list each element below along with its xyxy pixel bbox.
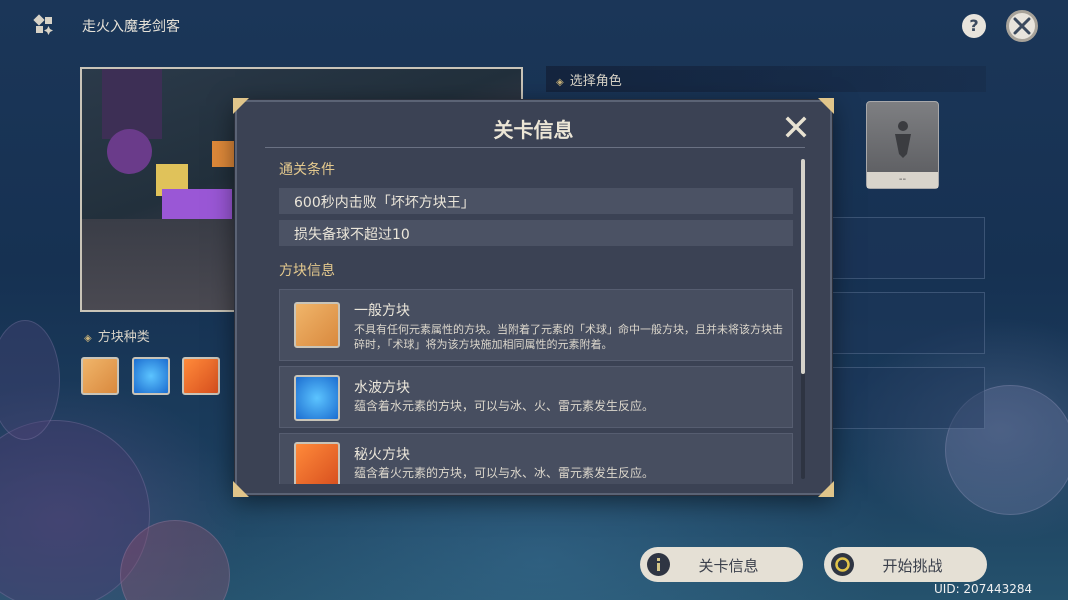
stage-info-label: 关卡信息 [698, 557, 759, 575]
dialog-content[interactable]: 通关条件 600秒内击败「坏坏方块王」 损失备球不超过10 方块信息 一般方块 … [279, 159, 793, 484]
block-info-card-fire: 秘火方块 蕴含着火元素的方块，可以与水、冰、雷元素发生反应。 [279, 433, 793, 484]
water-block-icon [294, 375, 340, 421]
block-info-card-normal: 一般方块 不具有任何元素属性的方块。当附着了元素的「术球」命中一般方块，且并未将… [279, 289, 793, 361]
scrollbar-thumb[interactable] [801, 159, 805, 374]
dialog-title: 关卡信息 [493, 118, 574, 142]
top-bar: 走火入魔老剑客 ? [0, 0, 1068, 50]
title-divider [265, 147, 805, 148]
start-challenge-button[interactable]: 开始挑战 [824, 547, 987, 582]
empty-character-icon [895, 121, 911, 158]
block-info-heading: 方块信息 [279, 263, 335, 279]
select-character-label: ◈ 选择角色 [556, 74, 622, 89]
block-description: 蕴含着火元素的方块，可以与水、冰、雷元素发生反应。 [354, 466, 655, 480]
preview-purple-disc [107, 129, 152, 174]
water-block-thumb[interactable] [132, 357, 170, 395]
block-description: 蕴含着水元素的方块，可以与冰、火、雷元素发生反应。 [354, 399, 655, 413]
help-button[interactable]: ? [962, 14, 986, 38]
corner-ornament [233, 481, 249, 497]
clear-conditions-heading: 通关条件 [279, 162, 335, 178]
corner-ornament [818, 481, 834, 497]
block-types-label: ◈ 方块种类 [84, 330, 150, 345]
app-title: 走火入魔老剑客 [82, 19, 180, 35]
block-info-card-water: 水波方块 蕴含着水元素的方块，可以与冰、火、雷元素发生反应。 [279, 366, 793, 428]
fire-block-thumb[interactable] [182, 357, 220, 395]
dialog-scrollbar[interactable] [801, 159, 805, 479]
normal-block-icon [294, 302, 340, 348]
start-challenge-label: 开始挑战 [882, 557, 943, 575]
event-icon [33, 14, 53, 35]
uid-text: UID: 207443284 [934, 582, 1033, 596]
fire-block-icon [294, 442, 340, 484]
dialog-close-icon[interactable] [785, 116, 807, 138]
block-name: 一般方块 [354, 303, 410, 319]
block-name: 秘火方块 [354, 447, 410, 463]
condition-row: 损失备球不超过10 [279, 220, 793, 246]
close-icon [1013, 17, 1031, 35]
preview-purple-block [162, 189, 232, 219]
condition-row: 600秒内击败「坏坏方块王」 [279, 188, 793, 214]
corner-ornament [233, 98, 249, 114]
close-button[interactable] [1006, 10, 1038, 42]
block-description: 不具有任何元素属性的方块。当附着了元素的「术球」命中一般方块，且并未将该方块击碎… [354, 323, 783, 351]
normal-block-thumb[interactable] [81, 357, 119, 395]
character-slot-label: -- [867, 172, 938, 188]
block-name: 水波方块 [354, 380, 410, 396]
character-slot[interactable]: -- [866, 101, 939, 189]
stage-info-button[interactable]: 关卡信息 [640, 547, 803, 582]
stage-info-dialog: 关卡信息 通关条件 600秒内击败「坏坏方块王」 损失备球不超过10 方块信息 … [233, 98, 834, 497]
corner-ornament [818, 98, 834, 114]
